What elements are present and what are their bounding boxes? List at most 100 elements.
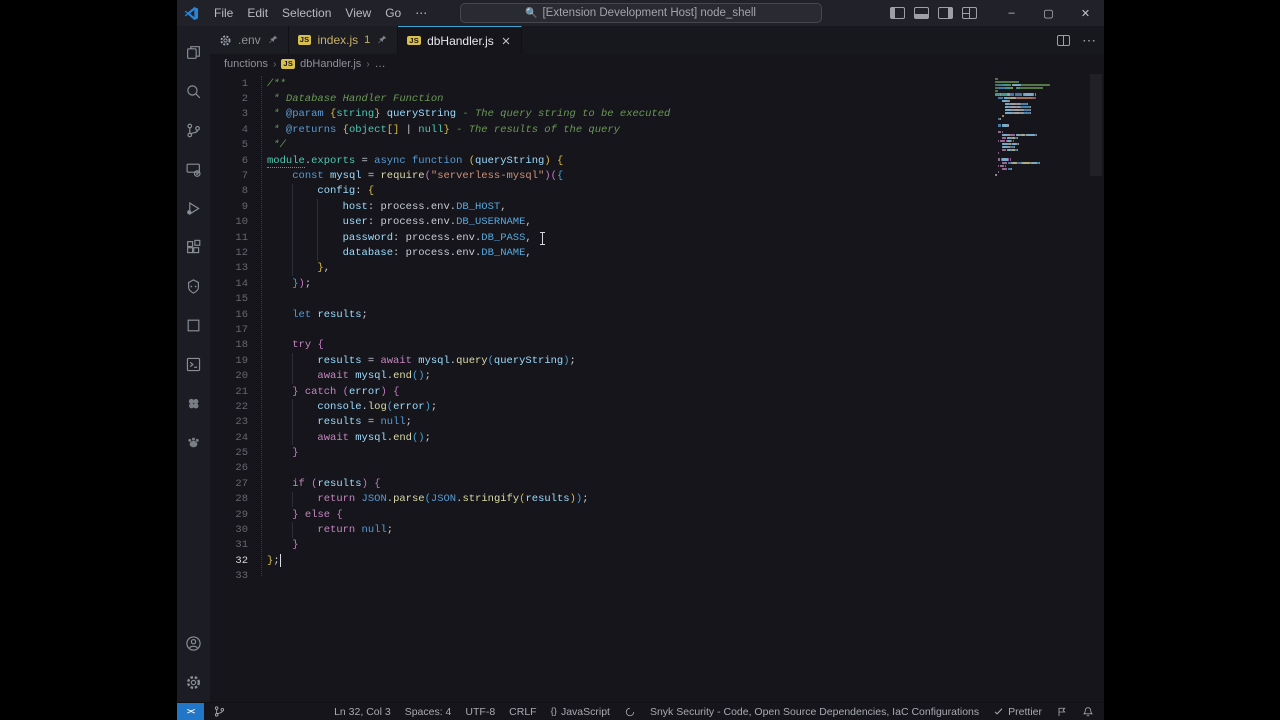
activitybar-source-control-icon[interactable]	[177, 111, 210, 150]
activitybar-extensions-icon[interactable]	[177, 228, 210, 267]
sidebar-left-icon[interactable]	[890, 7, 905, 19]
activitybar-square-outline-icon[interactable]	[177, 306, 210, 345]
code-line-5[interactable]: 5 */	[210, 138, 1104, 153]
code-line-28[interactable]: 28 return JSON.parse(JSON.stringify(resu…	[210, 492, 1104, 507]
sync-spinner[interactable]	[624, 706, 636, 718]
code-line-1[interactable]: 1/**	[210, 76, 1104, 91]
activitybar-search-icon[interactable]	[177, 72, 210, 111]
language-mode[interactable]: {}JavaScript	[551, 706, 610, 718]
maximize-button[interactable]: ▢	[1030, 0, 1067, 26]
code-line-2[interactable]: 2 * Database Handler Function	[210, 91, 1104, 106]
code-line-6[interactable]: 6module.exports = async function (queryS…	[210, 153, 1104, 168]
breadcrumb-item-0[interactable]: functions	[224, 58, 268, 70]
code-line-16[interactable]: 16 let results;	[210, 307, 1104, 322]
code-text: */	[254, 139, 286, 151]
code-text: config: {	[254, 185, 374, 197]
close-tab-icon[interactable]	[500, 35, 512, 47]
menu-item-edit[interactable]: Edit	[240, 2, 275, 24]
line-number: 6	[210, 155, 254, 167]
code-line-10[interactable]: 10 user: process.env.DB_USERNAME,	[210, 215, 1104, 230]
code-line-31[interactable]: 31 }	[210, 538, 1104, 553]
code-line-29[interactable]: 29 } else {	[210, 507, 1104, 522]
command-center-search[interactable]: 🔍 [Extension Development Host] node_shel…	[460, 3, 822, 23]
panel-icon[interactable]	[914, 7, 929, 19]
line-number: 32	[210, 555, 254, 567]
code-text: try {	[254, 339, 324, 351]
cursor-position[interactable]: Ln 32, Col 3	[334, 706, 391, 718]
encoding[interactable]: UTF-8	[465, 706, 495, 718]
breadcrumb-item-2[interactable]: …	[375, 58, 386, 70]
activitybar-terminal-box-icon[interactable]	[177, 345, 210, 384]
minimap-line	[995, 100, 1057, 102]
activitybar-remote-explorer-icon[interactable]	[177, 150, 210, 189]
code-line-12[interactable]: 12 database: process.env.DB_NAME,	[210, 245, 1104, 260]
feedback[interactable]	[1056, 706, 1068, 718]
menu-item-go[interactable]: Go	[378, 2, 408, 24]
sidebar-right-icon[interactable]	[938, 7, 953, 19]
code-line-32[interactable]: 32};	[210, 553, 1104, 568]
code-editor[interactable]: 1/**2 * Database Handler Function3 * @pa…	[210, 74, 1104, 702]
minimize-button[interactable]: –	[993, 0, 1030, 26]
eol[interactable]: CRLF	[509, 706, 536, 718]
pin-icon[interactable]	[267, 34, 279, 46]
code-line-20[interactable]: 20 await mysql.end();	[210, 368, 1104, 383]
code-line-22[interactable]: 22 console.log(error);	[210, 399, 1104, 414]
menu-item-view[interactable]: View	[338, 2, 378, 24]
code-line-26[interactable]: 26	[210, 461, 1104, 476]
menu-item-file[interactable]: File	[207, 2, 240, 24]
screenshot-stage: FileEditSelectionViewGo⋯ ← → 🔍 [Extensio…	[0, 0, 1280, 720]
line-number: 26	[210, 462, 254, 474]
layout-icon[interactable]	[962, 7, 977, 19]
prettier-status[interactable]: Prettier	[993, 706, 1042, 718]
braces-icon: {}	[551, 706, 557, 717]
activitybar-files-icon[interactable]	[177, 33, 210, 72]
line-number: 19	[210, 355, 254, 367]
code-line-14[interactable]: 14 });	[210, 276, 1104, 291]
code-line-30[interactable]: 30 return null;	[210, 522, 1104, 537]
git-branch[interactable]	[213, 705, 226, 718]
menu-item-more[interactable]: ⋯	[408, 2, 434, 24]
activitybar-run-debug-icon[interactable]	[177, 189, 210, 228]
code-line-21[interactable]: 21 } catch (error) {	[210, 384, 1104, 399]
activitybar-account-icon[interactable]	[177, 624, 210, 663]
code-text: * @param {string} queryString - The quer…	[254, 108, 670, 120]
code-line-18[interactable]: 18 try {	[210, 338, 1104, 353]
tab-dbHandler-js[interactable]: JSdbHandler.js	[398, 26, 522, 54]
code-line-7[interactable]: 7 const mysql = require("serverless-mysq…	[210, 168, 1104, 183]
activitybar-paw-icon[interactable]	[177, 423, 210, 462]
code-line-23[interactable]: 23 results = null;	[210, 415, 1104, 430]
remote-indicator[interactable]: ><	[177, 703, 204, 720]
code-line-25[interactable]: 25 }	[210, 445, 1104, 460]
menu-item-selection[interactable]: Selection	[275, 2, 338, 24]
split-editor-icon[interactable]	[1057, 35, 1070, 46]
code-line-17[interactable]: 17	[210, 322, 1104, 337]
close-button[interactable]: ✕	[1067, 0, 1104, 26]
indentation[interactable]: Spaces: 4	[405, 706, 452, 718]
code-line-3[interactable]: 3 * @param {string} queryString - The qu…	[210, 107, 1104, 122]
code-line-15[interactable]: 15	[210, 291, 1104, 306]
code-line-33[interactable]: 33	[210, 569, 1104, 584]
activitybar-settings-gear-icon[interactable]	[177, 663, 210, 702]
code-line-24[interactable]: 24 await mysql.end();	[210, 430, 1104, 445]
minimap[interactable]	[995, 78, 1057, 180]
code-line-13[interactable]: 13 },	[210, 261, 1104, 276]
notifications[interactable]	[1082, 706, 1094, 718]
tab-index-js[interactable]: JSindex.js1	[289, 26, 399, 54]
more-actions-icon[interactable]: ⋯	[1082, 32, 1096, 49]
line-number: 18	[210, 339, 254, 351]
breadcrumb-item-1[interactable]: JSdbHandler.js	[281, 58, 361, 70]
snyk-status[interactable]: Snyk Security - Code, Open Source Depend…	[650, 706, 979, 718]
code-line-8[interactable]: 8 config: {	[210, 184, 1104, 199]
code-line-4[interactable]: 4 * @returns {object[] | null} - The res…	[210, 122, 1104, 137]
code-line-11[interactable]: 11 password: process.env.DB_PASS,	[210, 230, 1104, 245]
line-number: 22	[210, 401, 254, 413]
minimap-slider[interactable]	[1090, 74, 1102, 176]
activitybar-snyk-icon[interactable]	[177, 267, 210, 306]
code-line-9[interactable]: 9 host: process.env.DB_HOST,	[210, 199, 1104, 214]
pin-icon[interactable]	[376, 34, 388, 46]
activitybar-flower-icon[interactable]	[177, 384, 210, 423]
tab--env[interactable]: .env	[210, 26, 289, 54]
code-line-27[interactable]: 27 if (results) {	[210, 476, 1104, 491]
code-line-19[interactable]: 19 results = await mysql.query(queryStri…	[210, 353, 1104, 368]
line-number: 12	[210, 247, 254, 259]
